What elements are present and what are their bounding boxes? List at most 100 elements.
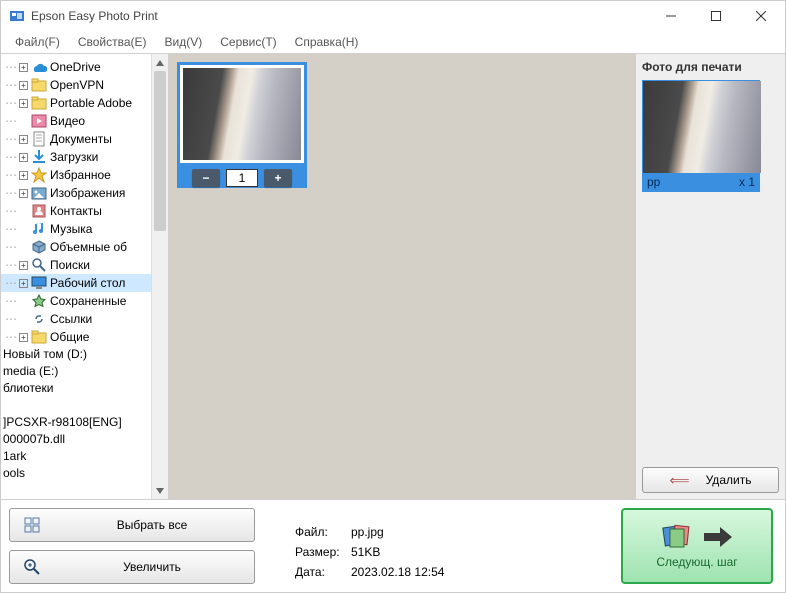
date-value: 2023.02.18 12:54 <box>351 565 444 579</box>
scroll-up-icon[interactable] <box>152 54 168 71</box>
tree-flat-4[interactable]: ]PCSXR-r98108[ENG] <box>1 414 168 431</box>
expand-icon[interactable]: + <box>19 279 28 288</box>
zoom-label: Увеличить <box>60 560 244 574</box>
print-queue-panel: Фото для печати pp x 1 ⟸ Удалить <box>635 54 785 499</box>
images-icon <box>31 185 47 201</box>
docs-icon <box>31 131 47 147</box>
tree-item-4[interactable]: ⋯+Документы <box>1 130 168 148</box>
scroll-thumb[interactable] <box>154 71 166 231</box>
expand-icon[interactable]: + <box>19 99 28 108</box>
decrement-button[interactable]: − <box>192 169 220 187</box>
date-key: Дата: <box>295 565 351 579</box>
select-all-label: Выбрать все <box>60 518 244 532</box>
tree-label: Видео <box>50 114 85 128</box>
tree-label: Сохраненные <box>50 294 126 308</box>
tree-item-2[interactable]: ⋯+Portable Adobe <box>1 94 168 112</box>
tree-item-1[interactable]: ⋯+OpenVPN <box>1 76 168 94</box>
copies-input[interactable]: 1 <box>226 169 258 187</box>
menu-file[interactable]: Файл(F) <box>7 33 68 51</box>
delete-label: Удалить <box>706 473 752 487</box>
file-info: Файл:pp.jpg Размер:51KB Дата:2023.02.18 … <box>263 500 617 592</box>
menu-view[interactable]: Вид(V) <box>157 33 211 51</box>
menu-help[interactable]: Справка(H) <box>287 33 367 51</box>
expand-icon[interactable]: + <box>19 189 28 198</box>
expand-icon[interactable]: + <box>19 171 28 180</box>
expand-icon[interactable]: + <box>19 63 28 72</box>
thumbnail-card[interactable]: − 1 + <box>177 62 307 188</box>
next-step-label: Следующ. шаг <box>656 555 737 569</box>
select-all-button[interactable]: Выбрать все <box>9 508 255 542</box>
tree-item-12[interactable]: ⋯+Рабочий стол <box>1 274 168 292</box>
expand-icon[interactable]: + <box>19 261 28 270</box>
increment-button[interactable]: + <box>264 169 292 187</box>
next-step-button[interactable]: Следующ. шаг <box>621 508 773 584</box>
tree-label: Ссылки <box>50 312 92 326</box>
tree-item-0[interactable]: ⋯+OneDrive <box>1 58 168 76</box>
tree-label: OpenVPN <box>50 78 104 92</box>
tree-item-8[interactable]: ⋯Контакты <box>1 202 168 220</box>
zoom-button[interactable]: Увеличить <box>9 550 255 584</box>
tree-item-13[interactable]: ⋯Сохраненные <box>1 292 168 310</box>
tree-flat-2[interactable]: блиотеки <box>1 380 168 397</box>
tree-label: OneDrive <box>50 60 101 74</box>
tree-flat-3[interactable] <box>1 397 168 414</box>
select-all-icon <box>20 516 44 534</box>
maximize-button[interactable] <box>693 2 738 30</box>
tree-item-15[interactable]: ⋯+Общие <box>1 328 168 346</box>
star-icon <box>31 167 47 183</box>
tree-label: Избранное <box>50 168 111 182</box>
tree-scrollbar[interactable] <box>151 54 168 499</box>
menu-properties[interactable]: Свойства(E) <box>70 33 155 51</box>
onedrive-icon <box>31 59 47 75</box>
folder-icon <box>31 329 47 345</box>
tree-flat-5[interactable]: 000007b.dll <box>1 431 168 448</box>
delete-button[interactable]: ⟸ Удалить <box>642 467 779 493</box>
links-icon <box>31 311 47 327</box>
file-key: Файл: <box>295 525 351 539</box>
folder-tree[interactable]: ⋯+OneDrive⋯+OpenVPN⋯+Portable Adobe⋯Виде… <box>1 54 169 499</box>
next-step-icon <box>662 523 732 551</box>
tree-item-10[interactable]: ⋯Объемные об <box>1 238 168 256</box>
print-item-count: x 1 <box>739 175 755 189</box>
tree-item-14[interactable]: ⋯Ссылки <box>1 310 168 328</box>
expand-icon[interactable]: + <box>19 153 28 162</box>
tree-flat-7[interactable]: ools <box>1 465 168 482</box>
expand-icon[interactable]: + <box>19 135 28 144</box>
tree-item-6[interactable]: ⋯+Избранное <box>1 166 168 184</box>
magnifier-icon <box>20 558 44 576</box>
tree-flat-1[interactable]: media (E:) <box>1 363 168 380</box>
tree-item-3[interactable]: ⋯Видео <box>1 112 168 130</box>
print-queue-thumbnail <box>643 81 761 173</box>
print-item-name: pp <box>647 175 660 189</box>
size-key: Размер: <box>295 545 351 559</box>
tree-item-11[interactable]: ⋯+Поиски <box>1 256 168 274</box>
search-icon <box>31 257 47 273</box>
thumbnail-image[interactable] <box>177 62 307 166</box>
tree-item-5[interactable]: ⋯+Загрузки <box>1 148 168 166</box>
download-icon <box>31 149 47 165</box>
tree-flat-0[interactable]: Новый том (D:) <box>1 346 168 363</box>
tree-item-7[interactable]: ⋯+Изображения <box>1 184 168 202</box>
tree-label: Документы <box>50 132 112 146</box>
expand-icon[interactable]: + <box>19 81 28 90</box>
thumbnail-panel: − 1 + <box>169 54 635 499</box>
expand-icon[interactable]: + <box>19 333 28 342</box>
tree-label: Контакты <box>50 204 102 218</box>
tree-label: Объемные об <box>50 240 127 254</box>
tree-flat-6[interactable]: 1ark <box>1 448 168 465</box>
tree-label: Изображения <box>50 186 125 200</box>
delete-arrow-icon: ⟸ <box>670 472 690 489</box>
scroll-down-icon[interactable] <box>152 482 168 499</box>
minimize-button[interactable] <box>648 2 693 30</box>
menu-service[interactable]: Сервис(T) <box>212 33 284 51</box>
menubar: Файл(F) Свойства(E) Вид(V) Сервис(T) Спр… <box>1 31 785 53</box>
folder-icon <box>31 77 47 93</box>
close-button[interactable] <box>738 2 783 30</box>
desktop-icon <box>31 275 47 291</box>
cube-icon <box>31 239 47 255</box>
contacts-icon <box>31 203 47 219</box>
tree-item-9[interactable]: ⋯Музыка <box>1 220 168 238</box>
music-icon <box>31 221 47 237</box>
app-icon <box>9 8 25 24</box>
print-queue-item[interactable]: pp x 1 <box>642 80 760 192</box>
